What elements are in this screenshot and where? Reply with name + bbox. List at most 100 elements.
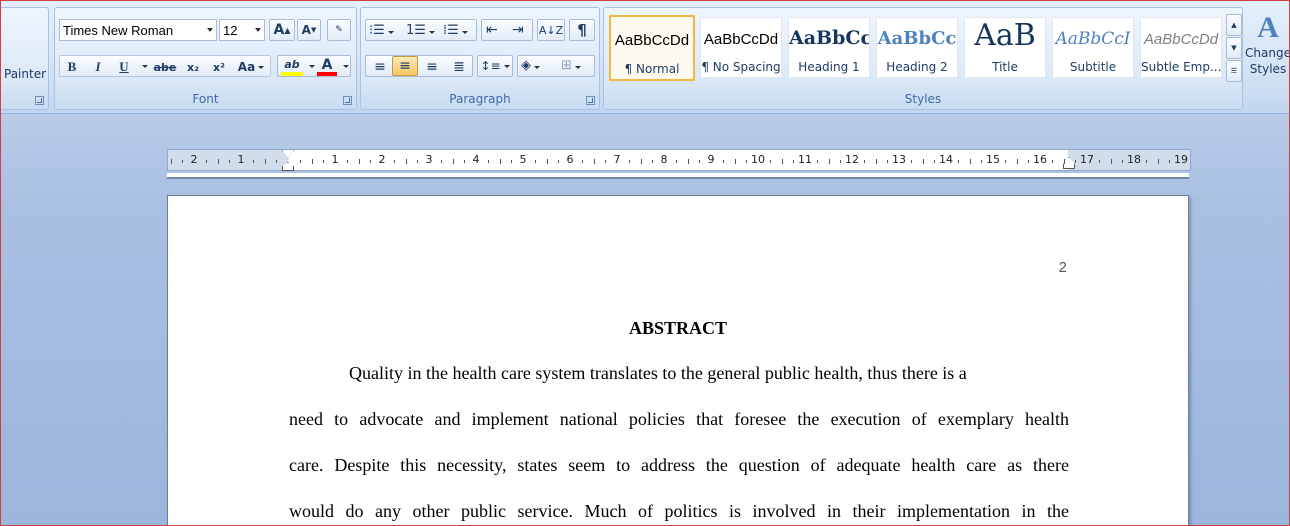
ruler-tick (276, 160, 278, 163)
style-name: Heading 1 (798, 60, 860, 74)
italic-button[interactable]: I (86, 56, 110, 78)
ruler-tick (887, 160, 889, 163)
highlight-icon: ab (284, 58, 300, 71)
font-size-combo[interactable]: 12 (219, 19, 265, 41)
chevron-down-icon (534, 66, 540, 69)
ruler-tick (581, 160, 583, 163)
ruler-tick (358, 159, 360, 164)
chevron-down-icon (258, 65, 265, 69)
style-title[interactable]: AaB Title (964, 17, 1046, 78)
subscript-button[interactable]: x₂ (181, 56, 205, 78)
style-sample: AaBbCc (789, 27, 869, 49)
ruler-tick (793, 160, 795, 163)
ruler-tick (934, 160, 936, 163)
ruler-number: 18 (1127, 153, 1141, 166)
paragraph-line: care. Despite this necessity, states see… (289, 455, 1069, 475)
font-color-icon: A (321, 57, 333, 73)
style-sample: AaBbCcDd (703, 31, 779, 48)
ruler-tick (910, 160, 912, 163)
change-styles-icon: A (1257, 11, 1279, 44)
style-subtle-emphasis[interactable]: AaBbCcDd Subtle Emp... (1140, 17, 1222, 78)
align-center-icon: ≡ (399, 58, 411, 74)
styles-scroll-up-button[interactable]: ▲ (1226, 14, 1242, 36)
ruler-tick (640, 159, 642, 164)
align-right-button[interactable]: ≡ (421, 59, 443, 77)
horizontal-ruler[interactable]: 2 1 1 2 3 4 5 6 7 8 9 10 11 12 13 14 15 16 17 18 19 (167, 149, 1191, 171)
styles-scroll-down-button[interactable]: ▼ (1226, 37, 1242, 59)
style-heading-1[interactable]: AaBbCc Heading 1 (788, 17, 870, 78)
ruler-number: 10 (751, 153, 765, 166)
ruler-tick (264, 159, 266, 164)
change-styles-button[interactable]: A Change Styles (1245, 11, 1289, 91)
font-color-dropdown-icon[interactable] (343, 65, 349, 68)
font-group: Times New Roman 12 A ▲ A ▼ ✎ B I U abe x₂ … (54, 7, 357, 110)
grow-font-button[interactable]: A ▲ (269, 19, 295, 41)
styles-more-button[interactable]: ☰ (1226, 60, 1242, 82)
change-case-button[interactable]: Aa (235, 56, 267, 78)
abstract-heading: ABSTRACT (628, 318, 728, 338)
shrink-font-button[interactable]: A ▼ (297, 19, 321, 41)
ruler-tick (311, 159, 313, 164)
ruler-number: 8 (660, 153, 668, 166)
paint-bucket-icon: ◈ (521, 58, 531, 73)
bullets-button[interactable]: ⁝☰ (369, 23, 394, 38)
align-left-button[interactable]: ≡ (369, 59, 391, 77)
underline-dropdown-icon[interactable] (142, 65, 148, 68)
numbering-button[interactable]: 1☰ (406, 23, 435, 38)
highlight-button[interactable]: ab (281, 58, 303, 76)
format-painter-button[interactable]: Painter (4, 67, 46, 81)
ruler-tick (1122, 160, 1124, 163)
font-color-button[interactable]: A (317, 57, 337, 77)
sort-button[interactable]: A↓Z (537, 19, 565, 41)
ruler-number: 11 (798, 153, 812, 166)
multilevel-list-button[interactable]: ⁞☰ (443, 23, 468, 38)
font-group-label: Font (192, 92, 219, 106)
style-sample: AaBbCcI (1055, 29, 1131, 49)
font-name-value: Times New Roman (63, 22, 174, 38)
style-name: ¶ No Spacing (701, 60, 781, 74)
abstract-paragraph[interactable]: Quality in the health care system transl… (289, 350, 1069, 525)
clipboard-launcher-icon[interactable] (35, 96, 44, 105)
ruler-tick (969, 159, 971, 164)
document-page[interactable]: 2 ABSTRACT Quality in the health care sy… (167, 195, 1189, 525)
style-no-spacing[interactable]: AaBbCcDd ¶ No Spacing (700, 17, 782, 78)
show-hide-marks-button[interactable]: ¶ (569, 19, 595, 41)
decrease-indent-icon: ⇤ (486, 22, 498, 38)
ruler-tick (370, 160, 372, 163)
line-spacing-button[interactable]: ↕≡ (477, 55, 513, 77)
ruler-tick (346, 160, 348, 163)
style-sample: AaB (974, 18, 1036, 53)
ruler-tick (675, 160, 677, 163)
styles-group: AaBbCcDd ¶ Normal AaBbCcDd ¶ No Spacing … (603, 7, 1243, 110)
decrease-indent-button[interactable]: ⇤ (486, 22, 498, 38)
style-heading-2[interactable]: AaBbCc Heading 2 (876, 17, 958, 78)
justify-button[interactable]: ≣ (448, 59, 470, 77)
ruler-tick (1110, 159, 1112, 164)
bold-button[interactable]: B (60, 56, 84, 78)
ruler-tick (217, 159, 219, 164)
style-normal[interactable]: AaBbCcDd ¶ Normal (609, 15, 695, 81)
highlight-dropdown-icon[interactable] (309, 65, 315, 68)
ruler-tick (1075, 160, 1077, 163)
superscript-button[interactable]: x² (207, 56, 231, 78)
shading-button[interactable]: ◈ (521, 58, 540, 73)
style-subtitle[interactable]: AaBbCcI Subtitle (1052, 17, 1134, 78)
font-launcher-icon[interactable] (343, 96, 352, 105)
paragraph-group: ⁝☰ 1☰ ⁞☰ ⇤ ⇥ A↓Z ¶ ≡ ≡ ≡ ≣ ↕≡ ◈ ⊞ Paragr… (360, 7, 600, 110)
page-number: 2 (1058, 259, 1067, 276)
ruler-tick (1098, 160, 1100, 163)
strikethrough-button[interactable]: abe (151, 56, 179, 78)
paragraph-launcher-icon[interactable] (586, 96, 595, 105)
clear-formatting-button[interactable]: ✎ (327, 19, 351, 41)
increase-indent-button[interactable]: ⇥ (512, 22, 524, 38)
ruler-left-margin (168, 150, 288, 170)
chevron-up-icon: ▲ (1231, 21, 1237, 29)
underline-button[interactable]: U (112, 56, 136, 78)
borders-button[interactable]: ⊞ (561, 58, 581, 73)
chevron-down-icon (207, 28, 213, 32)
align-center-button[interactable]: ≡ (392, 56, 418, 76)
ruler-tick (828, 159, 830, 164)
line-spacing-icon: ↕≡ (480, 59, 501, 73)
font-name-combo[interactable]: Times New Roman (59, 19, 217, 41)
ruler-tick (652, 160, 654, 163)
